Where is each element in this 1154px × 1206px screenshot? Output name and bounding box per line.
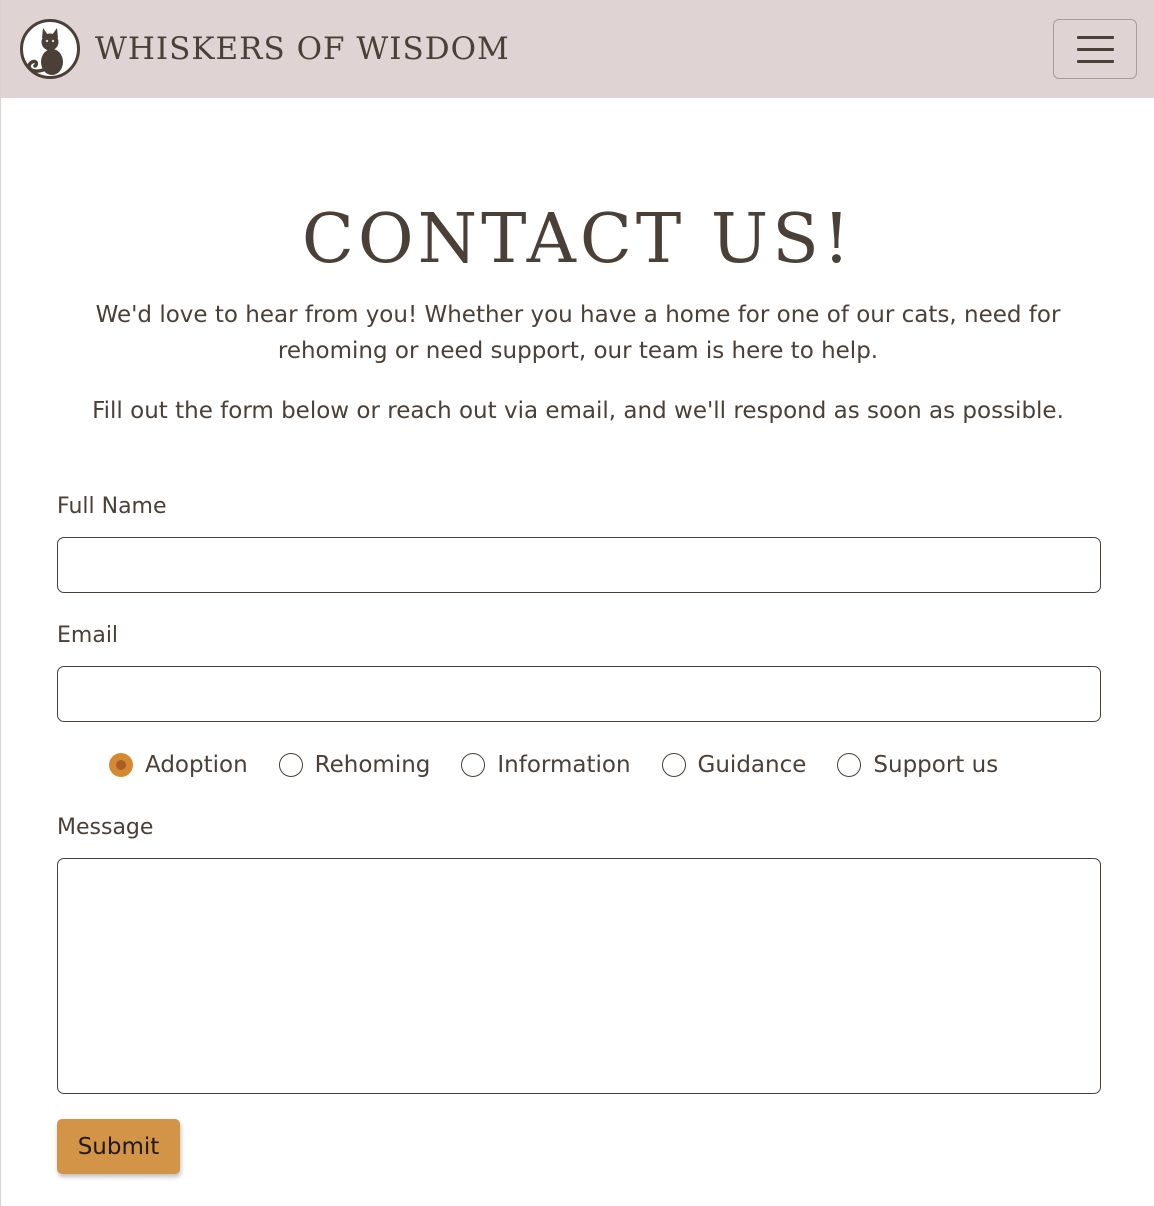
brand-link[interactable]: WHISKERS OF WISDOM [19,18,510,80]
radio-label: Rehoming [314,752,431,778]
full-name-label: Full Name [57,494,167,519]
radio-label: Information [497,752,631,778]
radio-adoption[interactable]: Adoption [109,752,248,778]
menu-bar [1077,60,1114,63]
intro-secondary-text: Fill out the form below or reach out via… [92,398,1064,424]
radio-rehoming[interactable]: Rehoming [278,752,431,778]
full-name-input[interactable] [57,537,1101,593]
radio-label: Support us [873,752,999,778]
radio-label: Guidance [697,752,807,778]
radio-guidance[interactable]: Guidance [661,752,807,778]
cat-logo-icon [20,19,80,79]
menu-bar [1077,48,1114,51]
page-title: CONTACT US! [301,200,855,279]
intro-text: We'd love to hear from you! Whether you … [95,302,1061,364]
email-label: Email [57,623,119,648]
hamburger-menu-icon [1077,36,1114,63]
brand-name: WHISKERS OF WISDOM [95,31,510,67]
email-input[interactable] [57,666,1101,722]
radio-unchecked-icon[interactable] [661,753,686,777]
navbar: WHISKERS OF WISDOM [1,0,1154,98]
radio-label: Adoption [145,752,248,778]
radio-unchecked-icon[interactable] [461,753,486,777]
message-textarea[interactable] [57,858,1101,1094]
topic-radio-group: Adoption Rehoming Information Guidance S… [109,747,998,783]
message-label: Message [57,815,154,840]
menu-bar [1077,36,1114,39]
submit-button[interactable]: Submit [57,1119,180,1174]
radio-support-us[interactable]: Support us [837,752,998,778]
radio-checked-icon[interactable] [109,753,133,777]
radio-information[interactable]: Information [461,752,631,778]
radio-unchecked-icon[interactable] [278,753,303,777]
menu-toggle-button[interactable] [1053,19,1137,79]
radio-unchecked-icon[interactable] [837,753,862,777]
